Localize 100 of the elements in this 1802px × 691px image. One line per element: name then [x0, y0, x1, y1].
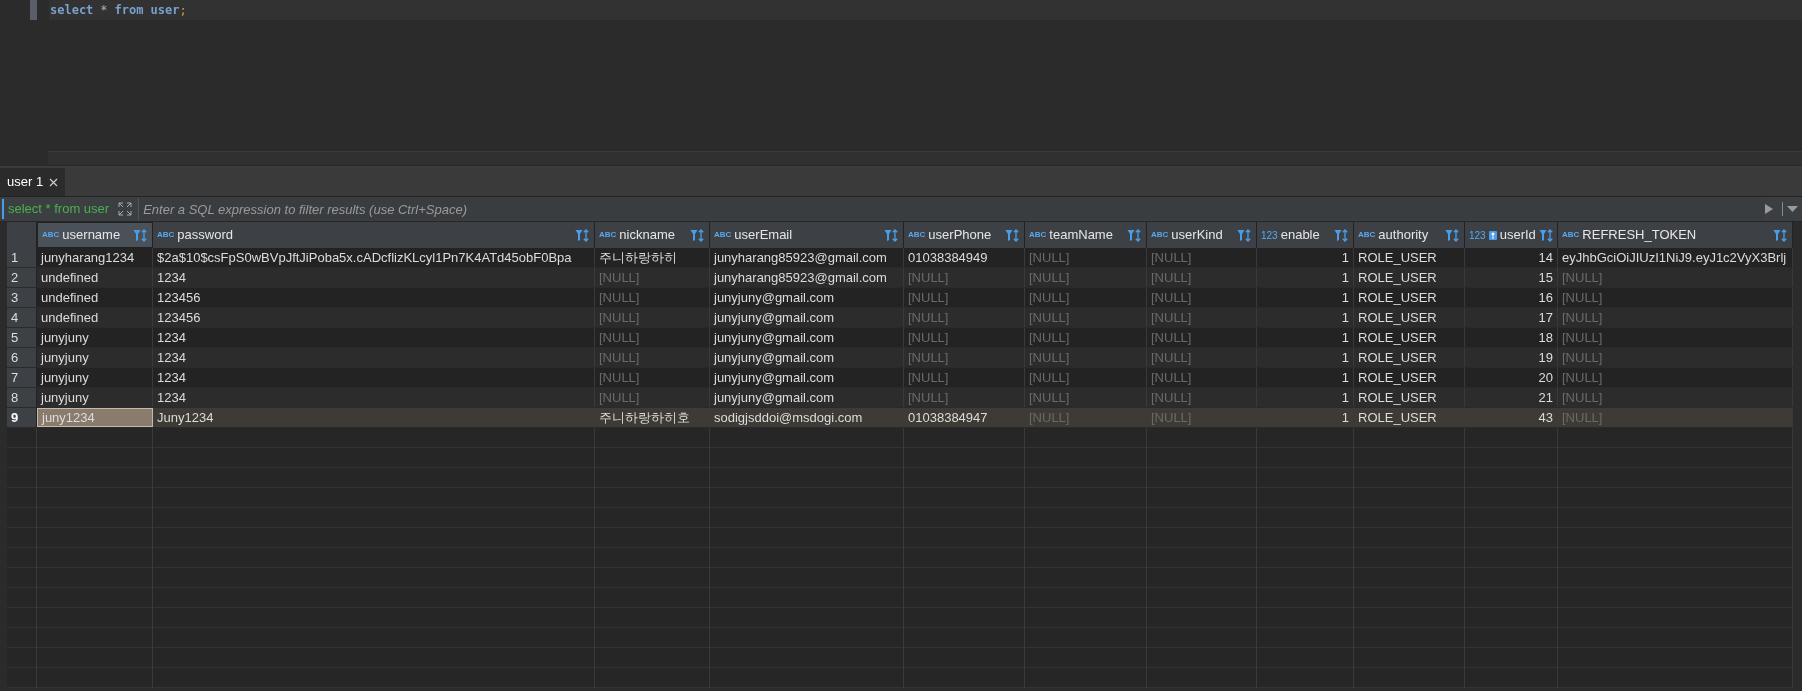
filter-sort-icon[interactable]: [690, 228, 705, 242]
column-name: REFRESH_TOKEN: [1582, 226, 1698, 245]
filter-sort-icon[interactable]: [1445, 228, 1460, 242]
table-cell: 1: [1257, 368, 1354, 387]
table-cell: [NULL]: [1147, 288, 1257, 307]
table-cell: [NULL]: [1147, 348, 1257, 367]
type-label: ABC: [908, 229, 926, 241]
table-cell: ROLE_USER: [1354, 248, 1465, 267]
row-number[interactable]: 1: [7, 248, 37, 267]
table-cell: 123456: [153, 288, 595, 307]
table-cell: junyharang85923@gmail.com: [710, 248, 904, 267]
table-cell: [NULL]: [595, 348, 710, 367]
column-name: userKind: [1171, 226, 1224, 245]
column-name: userId: [1499, 226, 1536, 245]
row-number[interactable]: 8: [7, 388, 37, 407]
type-label: ABC: [714, 229, 732, 241]
key-icon: [1488, 230, 1497, 240]
table-cell: 14: [1465, 248, 1558, 267]
table-cell: ROLE_USER: [1354, 368, 1465, 387]
filter-sort-icon[interactable]: [1005, 228, 1020, 242]
table-cell: 18: [1465, 328, 1558, 347]
table-cell: 20: [1465, 368, 1558, 387]
table-cell: junyharang1234: [37, 248, 153, 267]
table-cell: 1: [1257, 308, 1354, 327]
table-cell: junyjuny: [37, 368, 153, 387]
table-cell: ROLE_USER: [1354, 328, 1465, 347]
table-cell: 19: [1465, 348, 1558, 367]
table-cell: [NULL]: [595, 368, 710, 387]
table-cell: junyjuny@gmail.com: [710, 388, 904, 407]
table-row[interactable]: 6 junyjuny 1234 [NULL] junyjuny@gmail.com [NULL] [NULL] [NULL] 1 ROLE_USER 19 [NULL]: [7, 348, 1793, 368]
caret-icon[interactable]: [1787, 205, 1798, 213]
table-cell: junyjuny@gmail.com: [710, 288, 904, 307]
type-label: ABC: [1562, 229, 1580, 241]
table-cell: 123456: [153, 308, 595, 327]
code-token: ;: [179, 2, 187, 19]
table-cell: 1234: [153, 328, 595, 347]
table-cell: juny1234: [37, 408, 153, 427]
row-number[interactable]: 5: [7, 328, 37, 347]
filter-sort-icon[interactable]: [1538, 228, 1554, 242]
code-token: user: [150, 2, 180, 19]
filter-sort-icon[interactable]: [1773, 228, 1788, 242]
table-cell: junyjuny: [37, 388, 153, 407]
table-cell: ROLE_USER: [1354, 408, 1465, 427]
table-row[interactable]: 1 junyharang1234 $2a$10$csFpS0wBVpJftJiPoba5x.cADcflizKLcyl1Pn7K4ATd45obF0Bpa 주니하랑하히 junyharang85923@gmail.com 01038384949 [NULL] [NULL] 1 ROLE_USER 14 eyJhbGciOiJIUzI1NiJ9.eyJ1c2VyX3Brlj: [7, 248, 1793, 268]
table-row[interactable]: 8 junyjuny 1234 [NULL] junyjuny@gmail.com [NULL] [NULL] [NULL] 1 ROLE_USER 21 [NULL]: [7, 388, 1793, 408]
filter-bar[interactable]: select * from user Enter a SQL expression to filter results (use Ctrl+Space): [0, 197, 1802, 222]
filter-sort-icon[interactable]: [133, 228, 148, 242]
table-cell: 1: [1257, 388, 1354, 407]
result-tab[interactable]: user 1: [0, 168, 66, 196]
code-token: from: [114, 2, 144, 19]
table-row[interactable]: 2 undefined 1234 [NULL] junyharang85923@gmail.com [NULL] [NULL] [NULL] 1 ROLE_USER 15 [NULL]: [7, 268, 1793, 288]
row-number[interactable]: 9: [7, 408, 37, 427]
table-cell: [NULL]: [1025, 388, 1147, 407]
table-row[interactable]: 7 junyjuny 1234 [NULL] junyjuny@gmail.com [NULL] [NULL] [NULL] 1 ROLE_USER 20 [NULL]: [7, 368, 1793, 388]
close-icon[interactable]: [49, 177, 59, 187]
table-cell: [NULL]: [1147, 248, 1257, 267]
table-cell: 1: [1257, 328, 1354, 347]
table-cell: [NULL]: [1025, 268, 1147, 287]
table-cell: [NULL]: [904, 288, 1025, 307]
table-cell: 15: [1465, 268, 1558, 287]
row-number[interactable]: 4: [7, 308, 37, 327]
type-label: ABC: [42, 229, 60, 241]
table-cell: [NULL]: [904, 268, 1025, 287]
expand-icon[interactable]: [118, 202, 133, 216]
table-cell: ROLE_USER: [1354, 388, 1465, 407]
table-cell: [NULL]: [595, 388, 710, 407]
table-cell: ROLE_USER: [1354, 348, 1465, 367]
column-name: teamName: [1049, 226, 1114, 245]
table-row[interactable]: 3 undefined 123456 [NULL] junyjuny@gmail.com [NULL] [NULL] [NULL] 1 ROLE_USER 16 [NULL]: [7, 288, 1793, 308]
filter-sort-icon[interactable]: [1237, 228, 1252, 242]
table-cell: junyharang85923@gmail.com: [710, 268, 904, 287]
code-token: *: [100, 2, 108, 19]
table-cell: 1234: [153, 368, 595, 387]
filter-sort-icon[interactable]: [1334, 228, 1349, 242]
table-cell: [NULL]: [904, 328, 1025, 347]
row-number[interactable]: 2: [7, 268, 37, 287]
table-cell: junyjuny@gmail.com: [710, 348, 904, 367]
column-name: enable: [1280, 226, 1321, 245]
table-cell: junyjuny: [37, 328, 153, 347]
row-number[interactable]: 3: [7, 288, 37, 307]
row-number[interactable]: 7: [7, 368, 37, 387]
column-name: userEmail: [734, 226, 794, 245]
column-header[interactable]: ABC username: [37, 222, 153, 248]
table-cell: 01038384947: [904, 408, 1025, 427]
table-cell: [NULL]: [1025, 248, 1147, 267]
filter-sort-icon[interactable]: [884, 228, 899, 242]
filter-sort-icon[interactable]: [575, 228, 590, 242]
table-row[interactable]: 5 junyjuny 1234 [NULL] junyjuny@gmail.com [NULL] [NULL] [NULL] 1 ROLE_USER 18 [NULL]: [7, 328, 1793, 348]
table-cell: 주니하랑하히: [595, 248, 710, 267]
table-cell: 1: [1257, 348, 1354, 367]
line-marker-icon: [30, 0, 37, 20]
table-row[interactable]: 4 undefined 123456 [NULL] junyjuny@gmail.com [NULL] [NULL] [NULL] 1 ROLE_USER 17 [NULL]: [7, 308, 1793, 328]
table-cell: [NULL]: [904, 368, 1025, 387]
table-cell: junyjuny@gmail.com: [710, 368, 904, 387]
table-cell: 01038384949: [904, 248, 1025, 267]
filter-sort-icon[interactable]: [1127, 228, 1142, 242]
table-cell: [NULL]: [1147, 308, 1257, 327]
row-number[interactable]: 6: [7, 348, 37, 367]
table-cell: ROLE_USER: [1354, 268, 1465, 287]
table-cell: undefined: [37, 268, 153, 287]
